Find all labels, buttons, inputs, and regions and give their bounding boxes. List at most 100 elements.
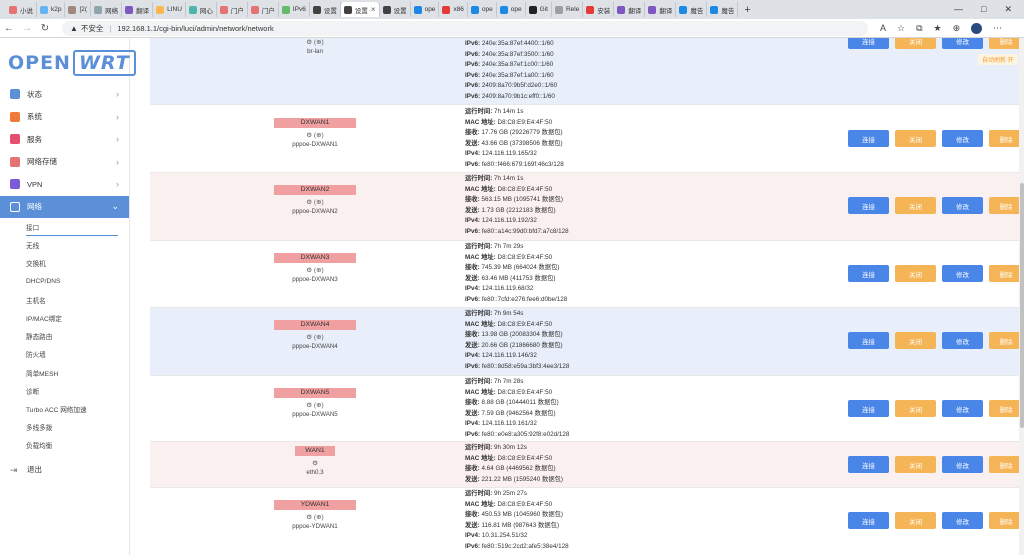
scrollbar[interactable] xyxy=(1019,38,1024,555)
sidebar-item-5[interactable]: 网络 ⌄ xyxy=(0,195,129,218)
edit-button[interactable]: 修改 xyxy=(942,197,983,214)
browser-tab[interactable]: x86 xyxy=(439,2,468,17)
sidebar-item-3[interactable]: 网络存储 › xyxy=(0,151,129,174)
interface-badge[interactable]: DXWAN5 xyxy=(274,388,356,398)
interface-badge[interactable]: YDWAN1 xyxy=(274,500,356,510)
delete-button[interactable]: 删除 xyxy=(989,512,1023,529)
browser-tab[interactable]: 门户 xyxy=(248,2,279,17)
auto-refresh-toggle[interactable]: 自动刷新 开 xyxy=(978,54,1018,65)
connect-button[interactable]: 连接 xyxy=(848,130,889,147)
connect-button[interactable]: 连接 xyxy=(848,512,889,529)
browser-tab[interactable]: 魔告 xyxy=(707,2,739,17)
browser-tab[interactable]: ope xyxy=(411,2,440,17)
sidebar-item-2[interactable]: 服务 › xyxy=(0,128,129,151)
browser-tab[interactable]: 安装 xyxy=(583,2,615,17)
font-size-icon[interactable]: A xyxy=(880,23,886,33)
submenu-item[interactable]: 交换机 xyxy=(26,254,129,272)
new-tab-button[interactable]: + xyxy=(738,4,756,16)
submenu-item[interactable]: 无线 xyxy=(26,236,129,254)
connect-button[interactable]: 连接 xyxy=(848,265,889,282)
edit-button[interactable]: 修改 xyxy=(942,130,983,147)
logout-item[interactable]: ⇥ 退出 xyxy=(0,458,129,481)
close-button[interactable]: 关闭 xyxy=(895,130,936,147)
scrollbar-thumb[interactable] xyxy=(1020,183,1024,428)
close-button[interactable]: 关闭 xyxy=(895,512,936,529)
connect-button[interactable]: 连接 xyxy=(848,400,889,417)
submenu-item[interactable]: IP/MAC绑定 xyxy=(26,309,129,327)
close-button[interactable]: 关闭 xyxy=(895,332,936,349)
close-window-icon[interactable]: ✕ xyxy=(1004,4,1012,15)
submenu-item[interactable]: 简单MESH xyxy=(26,364,129,382)
star-icon[interactable]: ☆ xyxy=(897,23,905,34)
more-icon[interactable]: ⋯ xyxy=(993,23,1002,34)
interface-badge[interactable]: DXWAN2 xyxy=(274,185,356,195)
browser-tab[interactable]: 设置 × xyxy=(340,2,380,17)
submenu-item[interactable]: 防火墙 xyxy=(26,345,129,363)
sidebar-item-0[interactable]: 状态 › xyxy=(0,83,129,106)
browser-tab[interactable]: 翻译 xyxy=(645,2,677,17)
browser-tab[interactable]: 设置 xyxy=(380,2,411,17)
back-icon[interactable]: ← xyxy=(0,23,18,34)
submenu-item[interactable]: 负载均衡 xyxy=(26,436,129,454)
minimize-icon[interactable]: — xyxy=(954,4,963,15)
connect-button[interactable]: 连接 xyxy=(848,456,889,473)
edit-button[interactable]: 修改 xyxy=(942,265,983,282)
browser-tab[interactable]: IPv6 xyxy=(279,2,310,17)
delete-button[interactable]: 删除 xyxy=(989,197,1023,214)
delete-button[interactable]: 删除 xyxy=(989,400,1023,417)
close-button[interactable]: 关闭 xyxy=(895,197,936,214)
delete-button[interactable]: 删除 xyxy=(989,130,1023,147)
close-button[interactable]: 关闭 xyxy=(895,38,936,49)
interface-badge[interactable]: DXWAN3 xyxy=(274,253,356,263)
favorites-icon[interactable]: ★ xyxy=(934,23,942,34)
close-button[interactable]: 关闭 xyxy=(895,400,936,417)
browser-tab[interactable]: 网心 xyxy=(186,2,217,17)
browser-tab[interactable]: 翻译 xyxy=(122,2,154,17)
reload-icon[interactable]: ↻ xyxy=(36,23,54,34)
sidebar-item-1[interactable]: 系统 › xyxy=(0,106,129,129)
split-screen-icon[interactable]: ⧉ xyxy=(916,23,922,34)
tab-close-icon[interactable]: × xyxy=(371,5,376,14)
submenu-item[interactable]: 静态路由 xyxy=(26,327,129,345)
edit-button[interactable]: 修改 xyxy=(942,332,983,349)
browser-tab[interactable]: LINU xyxy=(153,2,186,17)
profile-avatar[interactable] xyxy=(971,22,983,34)
browser-tab[interactable]: 门户 xyxy=(217,2,248,17)
close-button[interactable]: 关闭 xyxy=(895,456,936,473)
maximize-icon[interactable]: □ xyxy=(981,4,986,15)
browser-tab[interactable]: 魔告 xyxy=(676,2,708,17)
connect-button[interactable]: 连接 xyxy=(848,38,889,49)
interface-badge[interactable]: DXWAN4 xyxy=(274,320,356,330)
browser-tab[interactable]: ope xyxy=(497,2,526,17)
edit-button[interactable]: 修改 xyxy=(942,38,983,49)
browser-tab[interactable]: ope xyxy=(468,2,497,17)
browser-tab[interactable]: 设置 xyxy=(310,2,341,17)
browser-tab[interactable]: k2p xyxy=(37,2,66,17)
submenu-item[interactable]: DHCP/DNS xyxy=(26,273,129,291)
openwrt-logo[interactable]: OPEN WRT xyxy=(8,50,136,76)
sidebar-item-4[interactable]: VPN › xyxy=(0,173,129,196)
browser-tab[interactable]: 网络 xyxy=(91,2,123,17)
submenu-item[interactable]: 诊断 xyxy=(26,382,129,400)
submenu-item[interactable]: 接口 xyxy=(26,218,118,237)
close-button[interactable]: 关闭 xyxy=(895,265,936,282)
submenu-item[interactable]: Turbo ACC 网络加速 xyxy=(26,400,129,418)
browser-tab[interactable]: [2( xyxy=(65,2,92,17)
browser-tab[interactable]: 小说 xyxy=(6,2,37,17)
delete-button[interactable]: 删除 xyxy=(989,332,1023,349)
forward-icon[interactable]: → xyxy=(18,23,36,34)
edit-button[interactable]: 修改 xyxy=(942,456,983,473)
connect-button[interactable]: 连接 xyxy=(848,197,889,214)
browser-tab[interactable]: 翻译 xyxy=(614,2,646,17)
browser-tab[interactable]: Git xyxy=(526,2,552,17)
edit-button[interactable]: 修改 xyxy=(942,512,983,529)
edit-button[interactable]: 修改 xyxy=(942,400,983,417)
delete-button[interactable]: 删除 xyxy=(989,38,1023,49)
address-bar[interactable]: ▲ 不安全 | 192.168.1.1/cgi-bin/luci/admin/n… xyxy=(62,20,868,36)
submenu-item[interactable]: 多线多拨 xyxy=(26,418,129,436)
connect-button[interactable]: 连接 xyxy=(848,332,889,349)
collections-icon[interactable]: ⊕ xyxy=(953,23,961,34)
interface-badge[interactable]: WAN1 xyxy=(295,446,335,456)
browser-tab[interactable]: Rele xyxy=(552,2,584,17)
submenu-item[interactable]: 主机名 xyxy=(26,291,129,309)
